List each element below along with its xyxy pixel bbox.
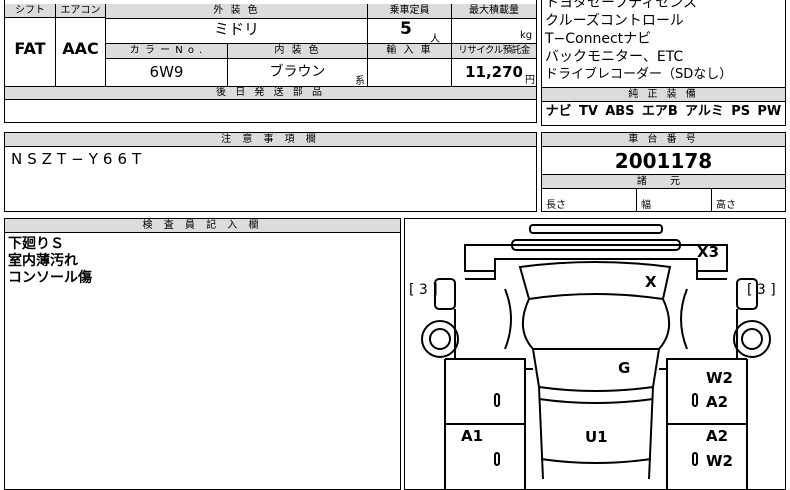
equipment-ps: PS	[731, 104, 751, 119]
color-no-value: 6W9	[149, 63, 184, 81]
equipment-note: クルーズコントロール	[545, 13, 684, 29]
capacity-header: 乗車定員	[368, 4, 451, 18]
standard-equipment-box: 純 正 装 備 ナビ TV ABS エアB アルミ PS PW	[541, 87, 786, 126]
notes-text: NSZT−Y66T	[11, 150, 147, 168]
inspector-line: 下廻りＳ	[8, 236, 64, 252]
shift-header: シフト	[5, 4, 55, 18]
interior-suffix: 系	[355, 76, 365, 87]
later-parts-header: 後 日 発 送 部 品	[5, 87, 536, 99]
damage-mark-a2-bottom: A2	[706, 427, 729, 445]
equipment-note: トヨタセーフティセンス	[545, 0, 698, 11]
equipment-note: バックモニター、ETC	[545, 49, 684, 65]
exterior-color-value: ミドリ	[213, 20, 259, 38]
color-no-header: カ ラ ー N o .	[106, 44, 227, 58]
damage-mark-a2-top: A2	[706, 393, 729, 411]
inspector-line: 室内薄汚れ	[8, 253, 78, 269]
equipment-note: ドライブレコーダー（SDなし）	[545, 67, 733, 82]
damage-mark-x3: X3	[697, 243, 720, 261]
bracket-mark-left: [ 3 ]	[409, 282, 438, 298]
damage-mark-g: G	[618, 359, 631, 377]
standard-equipment-header: 純 正 装 備	[542, 88, 785, 102]
car-outline-drawing	[421, 224, 771, 489]
equipment-note: T−Connectナビ	[545, 31, 652, 47]
equipment-abs: ABS	[605, 104, 635, 119]
exterior-color-header: 外 装 色	[106, 4, 367, 18]
damage-mark-w2-top: W2	[706, 369, 733, 387]
height-label: 高さ	[716, 200, 736, 211]
equipment-alloy: アルミ	[685, 104, 724, 119]
aircon-value: AAC	[62, 39, 99, 58]
interior-color-header: 内 装 色	[228, 44, 367, 58]
max-load-header: 最大積載量	[452, 4, 536, 18]
equipment-tv: TV	[578, 104, 598, 119]
max-load-unit: kg	[520, 30, 533, 41]
aircon-header: エアコン	[56, 4, 105, 18]
chassis-box: 車 台 番 号 2001178 諸 元 長さ 幅 高さ	[541, 132, 786, 212]
spec-header: 諸 元	[542, 175, 785, 189]
damage-mark-w2-bottom: W2	[706, 452, 733, 470]
chassis-header: 車 台 番 号	[542, 133, 785, 147]
damage-mark-a1: A1	[461, 427, 484, 445]
vehicle-info-table: シフト エアコン 外 装 色 乗車定員 最大積載量 FAT AAC ミドリ 5 …	[4, 0, 537, 123]
inspector-box: 検 査 員 記 入 欄 下廻りＳ 室内薄汚れ コンソール傷	[4, 218, 401, 490]
equipment-airbag: エアB	[641, 104, 678, 119]
recycle-fee-value: 11,270	[465, 63, 523, 81]
inspector-line: コンソール傷	[8, 270, 92, 286]
recycle-fee-header: リサイクル預託金	[452, 44, 536, 58]
notes-header: 注 意 事 項 欄	[5, 133, 536, 147]
notes-box: 注 意 事 項 欄 NSZT−Y66T	[4, 132, 537, 212]
recycle-fee-unit: 円	[525, 75, 535, 86]
damage-mark-u1: U1	[585, 428, 608, 446]
interior-color-value: ブラウン	[269, 64, 326, 80]
equipment-pw: PW	[757, 104, 782, 119]
capacity-value: 5	[400, 19, 412, 39]
chassis-number: 2001178	[614, 149, 713, 173]
damage-mark-x: X	[645, 273, 657, 291]
length-label: 長さ	[546, 200, 566, 211]
car-damage-diagram: X3 X [ 3 ] [ 3 ] G W2 A2 A1 U1 A2 W2	[404, 218, 786, 490]
bracket-mark-right: [ 3 ]	[747, 282, 776, 298]
shift-value: FAT	[14, 39, 46, 58]
inspector-header: 検 査 員 記 入 欄	[5, 219, 400, 233]
equipment-notes-box: トヨタセーフティセンス クルーズコントロール T−Connectナビ バックモニ…	[541, 0, 786, 87]
import-car-header: 輸 入 車	[368, 44, 451, 58]
width-label: 幅	[641, 200, 651, 211]
equipment-navi: ナビ	[545, 104, 572, 119]
capacity-unit: 人	[430, 34, 440, 45]
